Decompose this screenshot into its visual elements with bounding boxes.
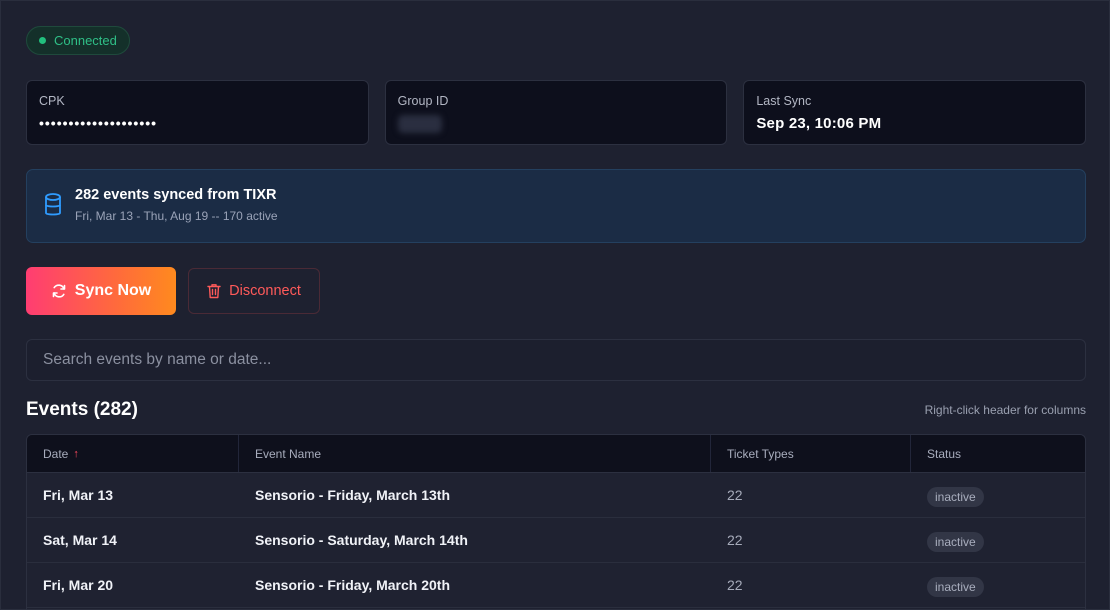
sync-now-label: Sync Now bbox=[74, 282, 152, 299]
column-header-status[interactable]: Status bbox=[911, 435, 1085, 472]
event-ticket-types: 22 bbox=[727, 487, 743, 503]
table-row[interactable]: Sat, Mar 14 Sensorio - Saturday, March 1… bbox=[27, 518, 1085, 563]
table-row[interactable]: Fri, Mar 20 Sensorio - Friday, March 20t… bbox=[27, 563, 1085, 608]
refresh-icon bbox=[52, 284, 66, 298]
event-date: Fri, Mar 20 bbox=[43, 577, 114, 593]
status-badge: inactive bbox=[927, 576, 984, 597]
last-sync-value: Sep 23, 10:06 PM bbox=[756, 115, 882, 132]
disconnect-label: Disconnect bbox=[229, 283, 301, 299]
disconnect-button[interactable]: Disconnect bbox=[188, 268, 320, 314]
table-header: Date ↑ Event Name Ticket Types Status bbox=[27, 435, 1085, 473]
group-id-card: Group ID bbox=[384, 80, 728, 145]
sync-info-subtitle: Fri, Mar 13 - Thu, Aug 19 -- 170 active bbox=[75, 209, 278, 223]
last-sync-card: Last Sync Sep 23, 10:06 PM bbox=[743, 80, 1087, 145]
column-header-ticket-types[interactable]: Ticket Types bbox=[711, 435, 911, 472]
integration-page: Connected CPK •••••••••••••••••••• Group… bbox=[0, 0, 1110, 610]
status-badge: inactive bbox=[927, 486, 984, 507]
column-header-event-name[interactable]: Event Name bbox=[239, 435, 711, 472]
events-table: Date ↑ Event Name Ticket Types Status Fr… bbox=[26, 434, 1086, 610]
sync-info-title: 282 events synced from TIXR bbox=[75, 187, 277, 203]
status-dot-icon bbox=[39, 37, 46, 44]
arrow-up-icon: ↑ bbox=[73, 447, 79, 460]
events-title: Events (282) bbox=[26, 399, 138, 420]
event-ticket-types: 22 bbox=[727, 532, 743, 548]
trash-icon bbox=[207, 284, 221, 299]
events-header: Events (282) Right-click header for colu… bbox=[26, 397, 1086, 423]
column-header-date[interactable]: Date ↑ bbox=[27, 435, 239, 472]
group-id-redacted bbox=[397, 115, 442, 133]
status-label: Connected bbox=[54, 33, 117, 48]
event-name: Sensorio - Saturday, March 14th bbox=[255, 532, 468, 548]
group-id-label: Group ID bbox=[397, 94, 449, 108]
event-date: Fri, Mar 13 bbox=[43, 487, 114, 503]
event-name: Sensorio - Friday, March 13th bbox=[255, 487, 451, 503]
cpk-label: CPK bbox=[39, 94, 65, 108]
event-ticket-types: 22 bbox=[727, 577, 743, 593]
status-badge: inactive bbox=[927, 531, 984, 552]
cpk-card: CPK •••••••••••••••••••• bbox=[26, 80, 369, 145]
table-row[interactable]: Fri, Mar 13 Sensorio - Friday, March 13t… bbox=[27, 473, 1085, 518]
event-name: Sensorio - Friday, March 20th bbox=[255, 577, 451, 593]
credential-cards: CPK •••••••••••••••••••• Group ID Last S… bbox=[26, 80, 1087, 145]
sync-now-button[interactable]: Sync Now bbox=[26, 267, 176, 315]
database-icon bbox=[45, 193, 61, 216]
last-sync-label: Last Sync bbox=[756, 94, 812, 108]
sync-info-banner: 282 events synced from TIXR Fri, Mar 13 … bbox=[26, 169, 1086, 243]
cpk-value: •••••••••••••••••••• bbox=[39, 115, 158, 131]
event-search-input[interactable] bbox=[26, 339, 1086, 381]
event-date: Sat, Mar 14 bbox=[43, 532, 117, 548]
columns-hint: Right-click header for columns bbox=[924, 403, 1086, 417]
connection-status-badge: Connected bbox=[26, 26, 130, 55]
